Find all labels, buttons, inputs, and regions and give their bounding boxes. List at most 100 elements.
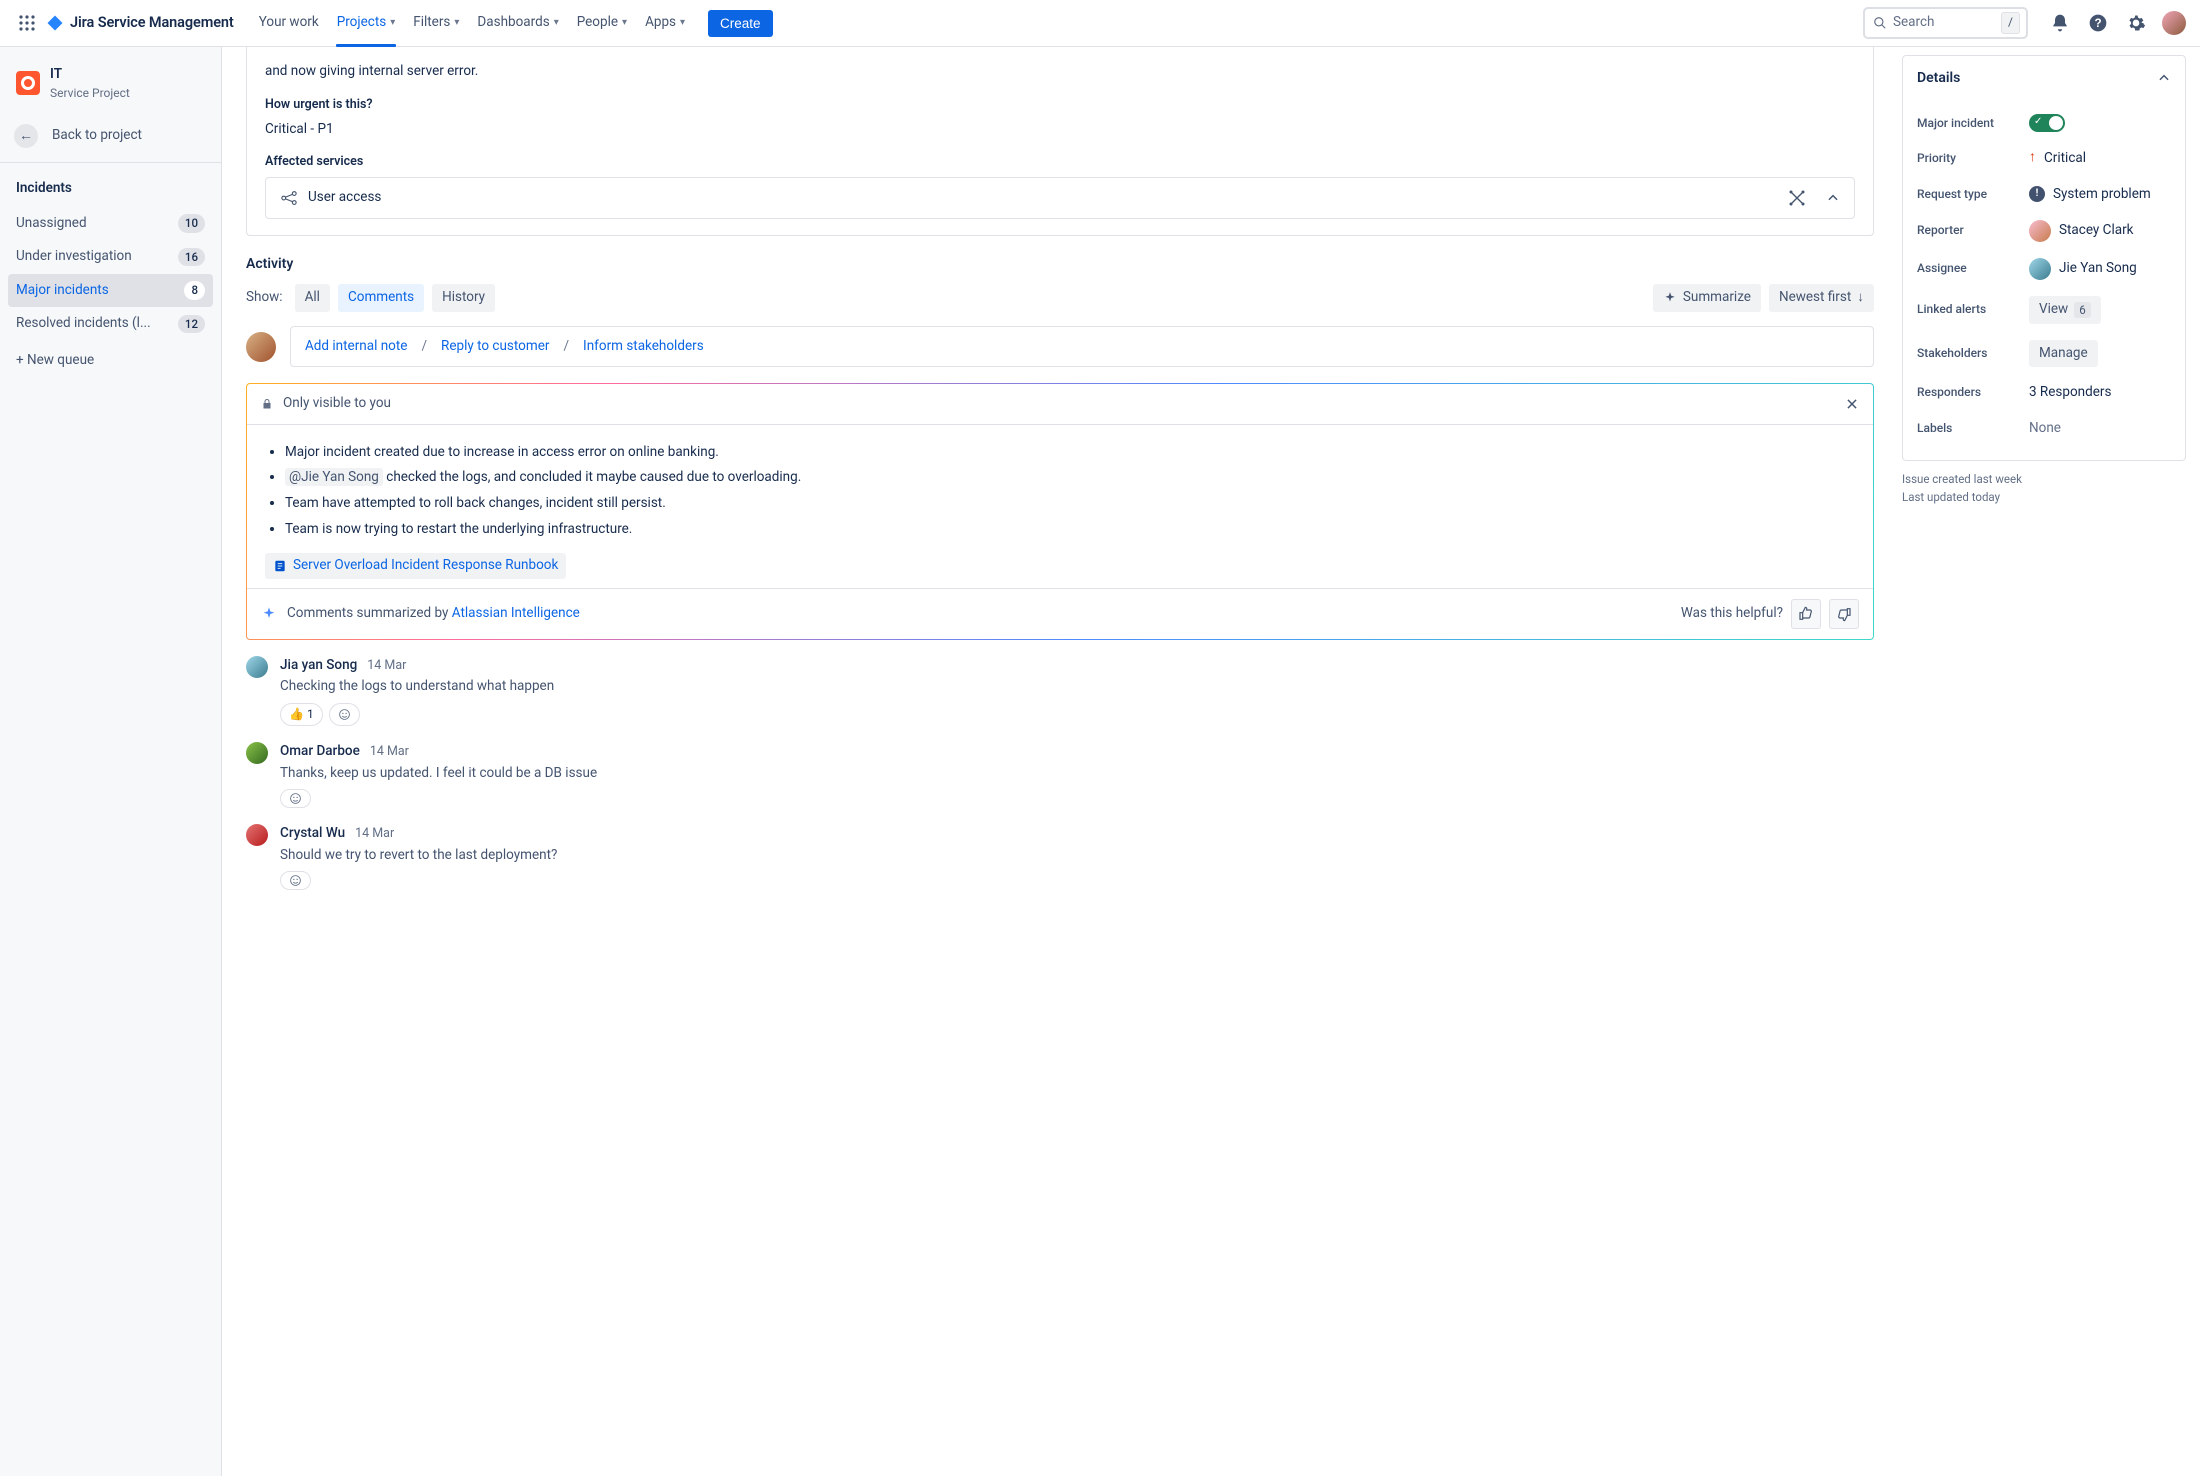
brand[interactable]: Jira Service Management <box>46 12 234 33</box>
atlassian-intelligence-icon <box>261 606 277 622</box>
linked-alerts-count: 6 <box>2074 302 2090 319</box>
back-to-project-link[interactable]: ← Back to project <box>0 114 221 163</box>
details-panel-header[interactable]: Details <box>1903 56 2185 100</box>
description-card: and now giving internal server error. Ho… <box>246 47 1874 236</box>
profile-avatar[interactable] <box>2162 11 2186 35</box>
reply-box[interactable]: Add internal note / Reply to customer / … <box>290 326 1874 368</box>
close-button[interactable] <box>1845 397 1859 411</box>
reaction-count: 1 <box>307 706 314 723</box>
ai-summary-box: Only visible to you Major incident creat… <box>246 383 1874 639</box>
nav-your-work[interactable]: Your work <box>250 7 328 39</box>
helpful-label: Was this helpful? <box>1681 604 1783 624</box>
priority-critical-icon: ↑ <box>2029 147 2036 167</box>
ai-bullet: @Jie Yan Song checked the logs, and conc… <box>285 468 1855 488</box>
show-label: Show: <box>246 288 283 308</box>
affected-services-label: Affected services <box>265 153 1855 171</box>
nav-filters[interactable]: Filters▾ <box>404 7 468 39</box>
urgency-value: Critical - P1 <box>265 120 1855 140</box>
queue-unassigned[interactable]: Unassigned 10 <box>8 207 213 241</box>
details-panel: Details Major incident Priority ↑ Critic… <box>1902 55 2186 461</box>
summarize-button[interactable]: Summarize <box>1653 284 1761 312</box>
runbook-link[interactable]: Server Overload Incident Response Runboo… <box>265 553 566 579</box>
arrow-down-icon: ↓ <box>1857 288 1864 308</box>
chevron-down-icon: ▾ <box>390 16 395 31</box>
search-input[interactable]: Search / <box>1863 7 2028 39</box>
atlassian-intelligence-link[interactable]: Atlassian Intelligence <box>452 605 580 621</box>
brand-name: Jira Service Management <box>70 12 234 33</box>
filter-comments[interactable]: Comments <box>338 284 424 312</box>
manage-stakeholders-button[interactable]: Manage <box>2029 340 2098 368</box>
new-queue-button[interactable]: + New queue <box>8 341 213 381</box>
linked-alerts-field: Linked alerts View 6 <box>1917 288 2171 332</box>
add-internal-note-link[interactable]: Add internal note <box>305 337 407 357</box>
add-reaction-button[interactable] <box>329 703 360 726</box>
major-incident-toggle[interactable] <box>2029 114 2065 132</box>
chevron-down-icon: ▾ <box>622 16 627 31</box>
issue-meta: Issue created last week Last updated tod… <box>1902 471 2186 506</box>
comment: Jia yan Song 14 Mar Checking the logs to… <box>246 656 1874 727</box>
app-switcher-button[interactable] <box>14 10 40 36</box>
queue-resolved[interactable]: Resolved incidents (l... 12 <box>8 307 213 341</box>
affected-service-name: User access <box>308 188 381 208</box>
comment-author: Omar Darboe <box>280 742 360 762</box>
activity-filter-row: Show: All Comments History Summarize New… <box>246 284 1874 312</box>
search-placeholder: Search <box>1893 13 1934 33</box>
nav-projects[interactable]: Projects▾ <box>328 7 405 39</box>
thumbs-down-button[interactable] <box>1829 599 1859 629</box>
emoji-icon <box>338 708 351 721</box>
app-switcher-icon <box>19 15 35 31</box>
view-linked-alerts-button[interactable]: View 6 <box>2029 296 2101 324</box>
chevron-down-icon: ▾ <box>454 16 459 31</box>
sparkle-icon <box>1663 291 1677 305</box>
notifications-button[interactable] <box>2048 11 2072 35</box>
top-icon-group: ? <box>2048 11 2186 35</box>
service-icon <box>280 189 298 207</box>
reporter-field[interactable]: Reporter Stacey Clark <box>1917 212 2171 250</box>
comment-avatar <box>246 656 268 678</box>
queue-count: 10 <box>178 214 205 233</box>
comment-author: Crystal Wu <box>280 824 345 844</box>
reaction-chip[interactable]: 👍 1 <box>280 703 323 726</box>
request-type-field[interactable]: Request type ! System problem <box>1917 177 2171 213</box>
comment-date: 14 Mar <box>355 825 394 843</box>
inform-stakeholders-link[interactable]: Inform stakeholders <box>583 337 704 357</box>
nav-apps[interactable]: Apps▾ <box>636 7 694 39</box>
graph-icon <box>1788 189 1806 207</box>
thumbs-up-emoji-icon: 👍 <box>289 706 304 723</box>
add-reaction-button[interactable] <box>280 871 311 890</box>
bell-icon <box>2050 13 2070 33</box>
filter-all[interactable]: All <box>295 284 330 312</box>
details-panel-column: Details Major incident Priority ↑ Critic… <box>1898 47 2200 1476</box>
affected-service-row[interactable]: User access <box>265 177 1855 219</box>
arrow-left-icon: ← <box>14 124 38 148</box>
queues-heading: Incidents <box>8 173 213 207</box>
chevron-up-icon <box>1826 191 1840 205</box>
create-button[interactable]: Create <box>708 10 773 37</box>
thumbs-up-button[interactable] <box>1791 599 1821 629</box>
nav-dashboards[interactable]: Dashboards▾ <box>468 7 567 39</box>
reporter-avatar <box>2029 220 2051 242</box>
project-header[interactable]: IT Service Project <box>8 59 213 114</box>
filter-history[interactable]: History <box>432 284 495 312</box>
current-user-avatar <box>246 332 276 362</box>
settings-button[interactable] <box>2124 11 2148 35</box>
created-meta: Issue created last week <box>1902 471 2186 488</box>
queue-major-incidents[interactable]: Major incidents 8 <box>8 274 213 308</box>
mention-chip[interactable]: @Jie Yan Song <box>285 468 383 486</box>
nav-people[interactable]: People▾ <box>568 7 636 39</box>
search-shortcut: / <box>2001 12 2020 33</box>
comment-avatar <box>246 824 268 846</box>
queue-count: 16 <box>178 248 205 267</box>
sort-button[interactable]: Newest first ↓ <box>1769 284 1874 312</box>
assignee-field[interactable]: Assignee Jie Yan Song <box>1917 250 2171 288</box>
comment-date: 14 Mar <box>367 657 406 675</box>
comment: Omar Darboe 14 Mar Thanks, keep us updat… <box>246 742 1874 808</box>
responders-field[interactable]: Responders 3 Responders <box>1917 375 2171 411</box>
queue-under-investigation[interactable]: Under investigation 16 <box>8 240 213 274</box>
priority-field[interactable]: Priority ↑ Critical <box>1917 140 2171 176</box>
add-reaction-button[interactable] <box>280 789 311 808</box>
help-button[interactable]: ? <box>2086 11 2110 35</box>
chevron-down-icon: ▾ <box>680 16 685 31</box>
reply-to-customer-link[interactable]: Reply to customer <box>441 337 549 357</box>
labels-field[interactable]: Labels None <box>1917 411 2171 447</box>
